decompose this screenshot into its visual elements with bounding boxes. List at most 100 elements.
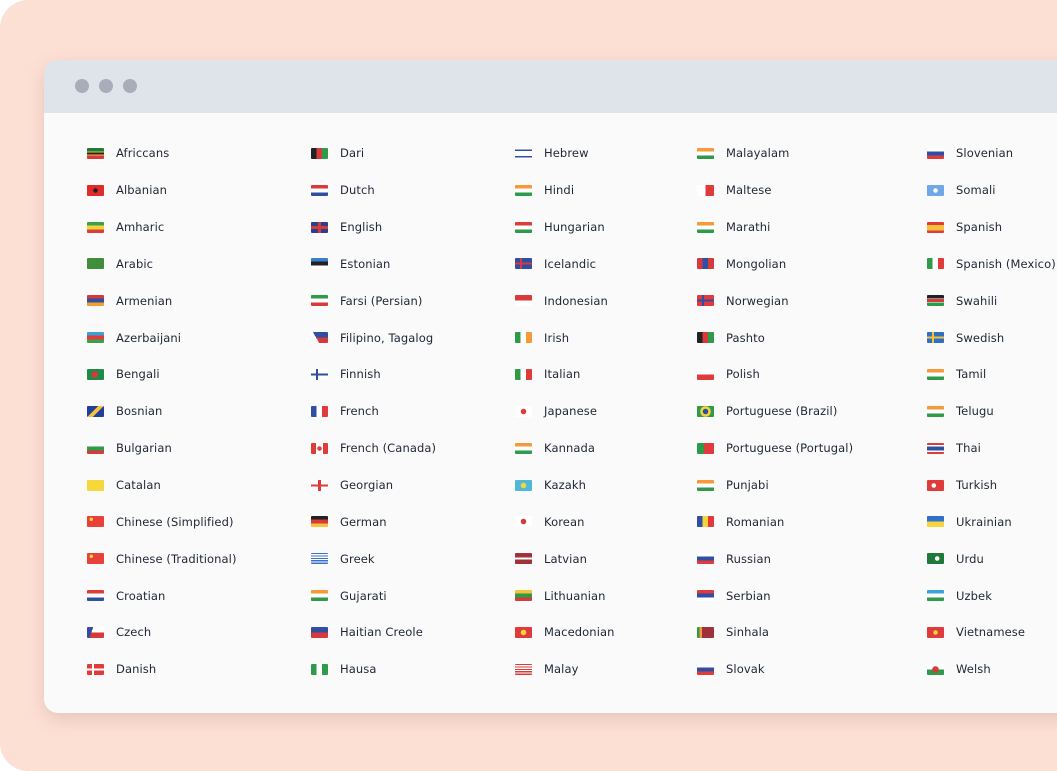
maximize-window-button[interactable] — [123, 79, 137, 93]
language-item[interactable]: Africcans — [87, 135, 237, 172]
language-item[interactable]: Albanian — [87, 172, 237, 209]
flag-icon — [697, 626, 714, 638]
language-item[interactable]: Swahili — [927, 282, 1056, 319]
language-item[interactable]: Gujarati — [311, 577, 436, 614]
language-item[interactable]: German — [311, 503, 436, 540]
language-item[interactable]: Czech — [87, 614, 237, 651]
language-item[interactable]: Italian — [515, 356, 615, 393]
language-item[interactable]: French — [311, 393, 436, 430]
language-item[interactable]: Uzbek — [927, 577, 1056, 614]
language-item[interactable]: Latvian — [515, 540, 615, 577]
flag-icon — [87, 479, 104, 491]
language-item[interactable]: Vietnamese — [927, 614, 1056, 651]
language-item[interactable]: Greek — [311, 540, 436, 577]
language-item[interactable]: French (Canada) — [311, 430, 436, 467]
language-item[interactable]: Irish — [515, 319, 615, 356]
language-item[interactable]: Hungarian — [515, 209, 615, 246]
flag-icon — [515, 590, 532, 602]
language-item[interactable]: Turkish — [927, 467, 1056, 504]
language-item[interactable]: Lithuanian — [515, 577, 615, 614]
language-item[interactable]: Chinese (Traditional) — [87, 540, 237, 577]
language-item[interactable]: Portuguese (Portugal) — [697, 430, 853, 467]
language-label: Bengali — [116, 367, 160, 382]
flag-icon — [697, 258, 714, 270]
flag-icon — [927, 295, 944, 307]
language-item[interactable]: Romanian — [697, 503, 853, 540]
language-item[interactable]: Korean — [515, 503, 615, 540]
language-item[interactable]: Indonesian — [515, 282, 615, 319]
language-label: Haitian Creole — [340, 625, 423, 640]
language-item[interactable]: English — [311, 209, 436, 246]
language-item[interactable]: Amharic — [87, 209, 237, 246]
language-item[interactable]: Thai — [927, 430, 1056, 467]
language-item[interactable]: Spanish — [927, 209, 1056, 246]
language-item[interactable]: Somali — [927, 172, 1056, 209]
flag-icon — [515, 147, 532, 159]
language-item[interactable]: Welsh — [927, 651, 1056, 688]
language-item[interactable]: Serbian — [697, 577, 853, 614]
language-item[interactable]: Danish — [87, 651, 237, 688]
language-item[interactable]: Estonian — [311, 246, 436, 283]
language-label: Spanish (Mexico) — [956, 256, 1056, 271]
language-label: Korean — [544, 514, 585, 529]
language-item[interactable]: Finnish — [311, 356, 436, 393]
language-item[interactable]: Ukrainian — [927, 503, 1056, 540]
close-window-button[interactable] — [75, 79, 89, 93]
language-item[interactable]: Urdu — [927, 540, 1056, 577]
language-label: Russian — [726, 551, 771, 566]
language-label: Greek — [340, 551, 375, 566]
language-item[interactable]: Arabic — [87, 246, 237, 283]
language-item[interactable]: Kazakh — [515, 467, 615, 504]
language-item[interactable]: Punjabi — [697, 467, 853, 504]
language-item[interactable]: Russian — [697, 540, 853, 577]
language-item[interactable]: Bosnian — [87, 393, 237, 430]
flag-icon — [697, 295, 714, 307]
language-item[interactable]: Slovak — [697, 651, 853, 688]
language-item[interactable]: Slovenian — [927, 135, 1056, 172]
flag-icon — [311, 368, 328, 380]
language-item[interactable]: Hindi — [515, 172, 615, 209]
flag-icon — [927, 442, 944, 454]
language-item[interactable]: Farsi (Persian) — [311, 282, 436, 319]
language-item[interactable]: Pashto — [697, 319, 853, 356]
language-item[interactable]: Icelandic — [515, 246, 615, 283]
flag-icon — [311, 221, 328, 233]
language-item[interactable]: Marathi — [697, 209, 853, 246]
language-item[interactable]: Dari — [311, 135, 436, 172]
language-item[interactable]: Swedish — [927, 319, 1056, 356]
flag-icon — [515, 295, 532, 307]
language-item[interactable]: Georgian — [311, 467, 436, 504]
language-item[interactable]: Malay — [515, 651, 615, 688]
language-item[interactable]: Haitian Creole — [311, 614, 436, 651]
language-item[interactable]: Norwegian — [697, 282, 853, 319]
flag-icon — [87, 332, 104, 344]
minimize-window-button[interactable] — [99, 79, 113, 93]
language-item[interactable]: Catalan — [87, 467, 237, 504]
flag-icon — [87, 442, 104, 454]
language-item[interactable]: Armenian — [87, 282, 237, 319]
flag-icon — [311, 553, 328, 565]
language-item[interactable]: Filipino, Tagalog — [311, 319, 436, 356]
language-item[interactable]: Macedonian — [515, 614, 615, 651]
language-item[interactable]: Chinese (Simplified) — [87, 503, 237, 540]
language-item[interactable]: Hausa — [311, 651, 436, 688]
language-item[interactable]: Bulgarian — [87, 430, 237, 467]
language-item[interactable]: Spanish (Mexico) — [927, 246, 1056, 283]
language-item[interactable]: Maltese — [697, 172, 853, 209]
language-item[interactable]: Polish — [697, 356, 853, 393]
language-item[interactable]: Sinhala — [697, 614, 853, 651]
language-item[interactable]: Bengali — [87, 356, 237, 393]
language-item[interactable]: Azerbaijani — [87, 319, 237, 356]
language-item[interactable]: Mongolian — [697, 246, 853, 283]
language-item[interactable]: Dutch — [311, 172, 436, 209]
language-item[interactable]: Japanese — [515, 393, 615, 430]
language-item[interactable]: Kannada — [515, 430, 615, 467]
language-label: Italian — [544, 367, 581, 382]
language-item[interactable]: Malayalam — [697, 135, 853, 172]
flag-icon — [311, 663, 328, 675]
language-item[interactable]: Croatian — [87, 577, 237, 614]
language-item[interactable]: Portuguese (Brazil) — [697, 393, 853, 430]
language-item[interactable]: Telugu — [927, 393, 1056, 430]
language-item[interactable]: Tamil — [927, 356, 1056, 393]
language-item[interactable]: Hebrew — [515, 135, 615, 172]
